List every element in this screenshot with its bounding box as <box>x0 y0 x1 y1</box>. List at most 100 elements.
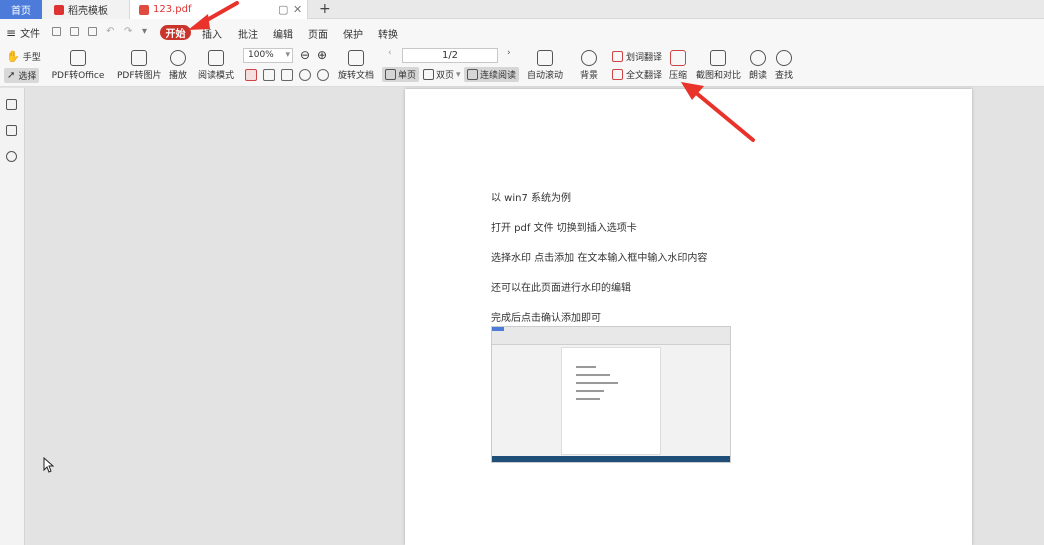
doc-line-1: 以 win7 系统为例 <box>491 193 572 204</box>
fit-width-icon[interactable] <box>281 69 293 81</box>
zoom-out-icon[interactable]: ⊖ <box>300 48 310 62</box>
menu-convert[interactable]: 转换 <box>378 26 398 41</box>
customize-dropdown-icon[interactable]: ▾ <box>142 26 147 37</box>
read-aloud-button[interactable]: 朗读 <box>748 50 768 81</box>
single-page-label: 单页 <box>398 71 417 81</box>
single-page-button[interactable]: 单页 <box>382 67 420 82</box>
double-page-icon <box>423 69 434 80</box>
open-icon[interactable] <box>52 27 61 36</box>
menu-insert[interactable]: 插入 <box>202 26 222 41</box>
play-label: 播放 <box>168 71 187 81</box>
tab-template-label: 稻壳模板 <box>68 6 108 17</box>
zoom-value: 100% <box>248 50 274 60</box>
rotate-left-icon[interactable] <box>299 69 311 81</box>
compress-icon <box>670 50 686 66</box>
compress-button[interactable]: 压缩 <box>668 50 688 81</box>
stamp-icon[interactable] <box>6 151 17 162</box>
read-aloud-label: 朗读 <box>748 71 767 81</box>
menu-bar: ≡ 文件 ↶ ↷ ▾ 开始 插入 批注 编辑 页面 保护 转换 <box>0 19 1044 45</box>
double-page-label: 双页 <box>436 71 455 81</box>
doc-line-5: 完成后点击确认添加即可 <box>491 313 601 324</box>
print-icon[interactable] <box>88 27 97 36</box>
menu-start[interactable]: 开始 <box>160 25 191 40</box>
close-tab-icon[interactable]: ✕ <box>293 3 302 16</box>
screenshot-taskbar <box>492 456 730 462</box>
fit-page-icon[interactable] <box>263 69 275 81</box>
doc-line-3: 选择水印 点击添加 在文本输入框中输入水印内容 <box>491 253 708 264</box>
redo-icon[interactable]: ↷ <box>124 26 132 37</box>
tab-file-label: 123.pdf <box>153 4 192 15</box>
auto-scroll-label: 自动滚动 <box>526 71 563 81</box>
word-translate-icon <box>612 51 623 62</box>
pdf-to-office-button[interactable]: PDF转Office <box>50 50 106 81</box>
find-button[interactable]: 查找 <box>774 50 794 81</box>
book-icon <box>208 50 224 66</box>
auto-scroll-button[interactable]: 自动滚动 <box>524 50 566 81</box>
zoom-in-icon[interactable]: ⊕ <box>317 48 327 62</box>
screenshot-page <box>561 347 661 455</box>
pdf-to-office-label: PDF转Office <box>51 71 105 81</box>
menu-annotate[interactable]: 批注 <box>238 26 258 41</box>
doc-line-2: 打开 pdf 文件 切换到插入选项卡 <box>491 223 637 234</box>
tab-home[interactable]: 首页 <box>0 0 42 19</box>
double-page-button[interactable]: 双页 ▾ <box>420 67 464 82</box>
image-icon <box>131 50 147 66</box>
bookmark-icon[interactable] <box>6 99 17 110</box>
hand-icon: ✋ <box>6 50 20 63</box>
reading-mode-label: 阅读模式 <box>197 71 234 81</box>
continuous-reading-button[interactable]: 连续阅读 <box>464 67 520 82</box>
thumbnail-icon[interactable] <box>6 125 17 136</box>
zoom-dropdown-icon: ▾ <box>285 50 290 60</box>
hamburger-icon: ≡ <box>6 25 17 40</box>
word-translate-label: 划词翻译 <box>626 53 663 63</box>
ribbon-toolbar: ✋ 手型 ➚ 选择 PDF转Office PDF转图片 播放 阅读模式 100%… <box>0 45 1044 87</box>
rotate-right-icon[interactable] <box>317 69 329 81</box>
background-button[interactable]: 背景 <box>576 50 602 81</box>
search-icon <box>776 50 792 66</box>
pdf-to-image-button[interactable]: PDF转图片 <box>117 50 162 81</box>
undo-icon[interactable]: ↶ <box>106 26 114 37</box>
auto-scroll-icon <box>537 50 553 66</box>
full-translate-icon <box>612 69 623 80</box>
pdf-page: 以 win7 系统为例 打开 pdf 文件 切换到插入选项卡 选择水印 点击添加… <box>405 89 972 545</box>
word-translate-button[interactable]: 划词翻译 <box>612 50 662 63</box>
tab-template[interactable]: 稻壳模板 <box>42 0 130 19</box>
tab-bar: 首页 稻壳模板 123.pdf ▢ ✕ + <box>0 0 1044 19</box>
embedded-screenshot <box>491 326 731 463</box>
pdf-to-image-label: PDF转图片 <box>117 71 162 81</box>
doc-line-4: 还可以在此页面进行水印的编辑 <box>491 283 631 294</box>
continuous-icon <box>467 69 478 80</box>
moon-icon <box>581 50 597 66</box>
reading-mode-button[interactable]: 阅读模式 <box>197 50 235 81</box>
new-tab-button[interactable]: + <box>319 0 331 18</box>
select-tool[interactable]: ➚ 选择 <box>4 68 40 83</box>
file-menu-label: 文件 <box>20 29 41 40</box>
menu-page[interactable]: 页面 <box>308 26 328 41</box>
menu-protect[interactable]: 保护 <box>343 26 363 41</box>
screenshot-icon <box>710 50 726 66</box>
mouse-cursor-icon <box>43 457 55 473</box>
prev-page-icon[interactable]: ‹ <box>388 48 392 58</box>
actual-size-icon[interactable] <box>245 69 257 81</box>
zoom-select[interactable]: 100% ▾ <box>243 48 293 63</box>
play-button[interactable]: 播放 <box>168 50 188 81</box>
select-tool-label: 选择 <box>18 72 37 82</box>
screenshot-toolbar <box>492 327 730 345</box>
rotate-document-button[interactable]: 旋转文档 <box>337 50 375 81</box>
double-page-dropdown-icon: ▾ <box>456 69 461 80</box>
compress-label: 压缩 <box>668 71 687 81</box>
page-number-input[interactable]: 1/2 <box>402 48 498 63</box>
hand-tool[interactable]: ✋ 手型 <box>6 50 41 63</box>
pin-icon[interactable]: ▢ <box>278 3 288 16</box>
save-icon[interactable] <box>70 27 79 36</box>
hand-tool-label: 手型 <box>22 53 41 63</box>
file-menu[interactable]: ≡ 文件 <box>6 25 41 41</box>
menu-edit[interactable]: 编辑 <box>273 26 293 41</box>
full-translate-button[interactable]: 全文翻译 <box>612 68 662 81</box>
screenshot-compare-button[interactable]: 截图和对比 <box>696 50 741 81</box>
template-icon <box>54 4 64 15</box>
pdf-to-office-icon <box>70 50 86 66</box>
rotate-document-label: 旋转文档 <box>337 71 374 81</box>
continuous-label: 连续阅读 <box>480 71 517 81</box>
next-page-icon[interactable]: › <box>507 48 511 58</box>
